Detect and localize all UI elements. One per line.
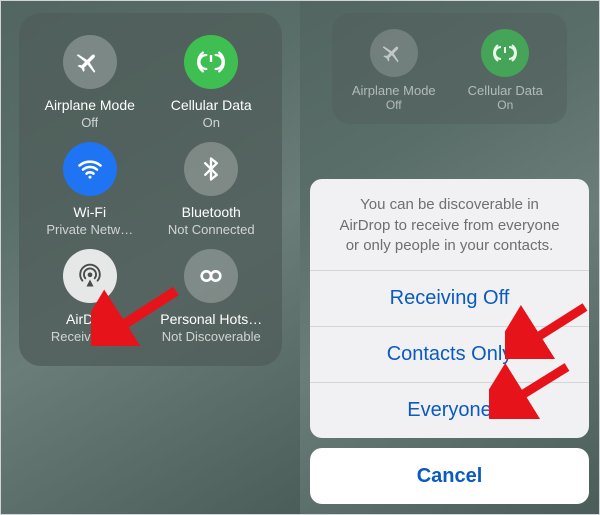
bluetooth-icon	[184, 142, 238, 196]
option-contacts-only[interactable]: Contacts Only	[310, 326, 589, 382]
airplane-status: Off	[386, 98, 402, 112]
cellular-data-toggle-dimmed: Cellular Data On	[450, 29, 562, 112]
hotspot-label: Personal Hots…	[160, 311, 262, 327]
airplane-label: Airplane Mode	[45, 97, 135, 113]
airplane-mode-toggle[interactable]: Airplane Mode Off	[29, 35, 151, 130]
airdrop-label: AirDrop	[66, 311, 113, 327]
cellular-label: Cellular Data	[171, 97, 252, 113]
cellular-status: On	[203, 115, 220, 130]
cellular-icon	[481, 29, 529, 77]
bluetooth-label: Bluetooth	[182, 204, 241, 220]
bluetooth-status: Not Connected	[168, 222, 255, 237]
airplane-status: Off	[81, 115, 98, 130]
airplane-icon	[370, 29, 418, 77]
airdrop-status: Receiving Off	[51, 329, 129, 344]
hotspot-status: Not Discoverable	[162, 329, 261, 344]
control-center-panel-right: Airplane Mode Off Cellular Data On You c…	[300, 1, 599, 514]
wifi-label: Wi-Fi	[73, 204, 106, 220]
airdrop-icon	[63, 249, 117, 303]
hotspot-icon	[184, 249, 238, 303]
wifi-toggle[interactable]: Wi-Fi Private Netw…	[29, 142, 151, 237]
action-sheet-message: You can be discoverable in AirDrop to re…	[310, 179, 589, 270]
option-receiving-off[interactable]: Receiving Off	[310, 270, 589, 326]
airplane-icon	[63, 35, 117, 89]
personal-hotspot-toggle[interactable]: Personal Hots… Not Discoverable	[151, 249, 273, 344]
airplane-mode-toggle-dimmed: Airplane Mode Off	[338, 29, 450, 112]
cellular-icon	[184, 35, 238, 89]
connectivity-card-dimmed: Airplane Mode Off Cellular Data On	[332, 13, 567, 124]
airdrop-toggle[interactable]: AirDrop Receiving Off	[29, 249, 151, 344]
connectivity-card: Airplane Mode Off Cellular Data On Wi-Fi…	[19, 13, 282, 366]
control-center-panel-left: Airplane Mode Off Cellular Data On Wi-Fi…	[1, 1, 300, 514]
wifi-icon	[63, 142, 117, 196]
cancel-button[interactable]: Cancel	[310, 448, 589, 504]
option-everyone[interactable]: Everyone	[310, 382, 589, 438]
action-sheet-body: You can be discoverable in AirDrop to re…	[310, 179, 589, 438]
cellular-data-toggle[interactable]: Cellular Data On	[151, 35, 273, 130]
airplane-label: Airplane Mode	[352, 83, 436, 98]
cellular-label: Cellular Data	[468, 83, 543, 98]
wifi-status: Private Netw…	[46, 222, 133, 237]
airdrop-action-sheet: You can be discoverable in AirDrop to re…	[310, 179, 589, 504]
cellular-status: On	[497, 98, 513, 112]
bluetooth-toggle[interactable]: Bluetooth Not Connected	[151, 142, 273, 237]
